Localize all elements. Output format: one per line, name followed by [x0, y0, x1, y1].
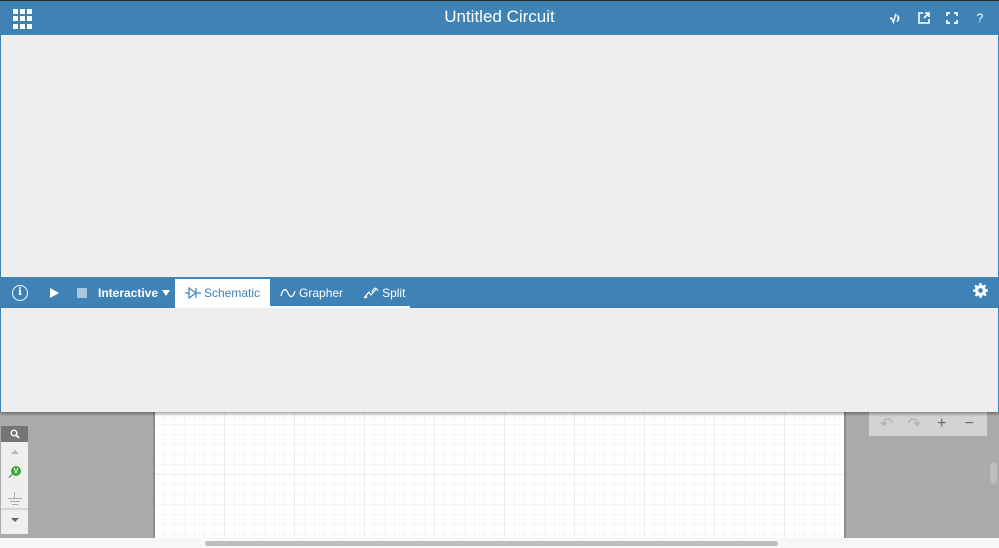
- horizontal-scrollbar[interactable]: [205, 541, 778, 546]
- sine-wave-icon: [280, 287, 296, 299]
- header-actions: ?: [889, 10, 987, 26]
- bottom-scroll-track: [0, 538, 999, 548]
- edit-toolbar: ↶ ↷ + −: [869, 412, 987, 436]
- export-icon[interactable]: [917, 10, 931, 26]
- caret-down-icon: [162, 289, 171, 296]
- sqrt-sound-icon[interactable]: [889, 10, 903, 26]
- ground-icon-line1: [7, 497, 22, 499]
- info-button[interactable]: i: [12, 277, 28, 308]
- tab-split[interactable]: Split: [353, 279, 415, 306]
- ground-part[interactable]: [1, 488, 28, 508]
- apps-grid-icon[interactable]: [13, 9, 33, 29]
- voltage-probe-part[interactable]: V: [1, 462, 28, 488]
- vertical-scrollbar[interactable]: [990, 462, 997, 484]
- play-icon: [50, 287, 59, 298]
- stop-icon: [77, 287, 87, 298]
- ground-icon-line3: [11, 503, 18, 505]
- properties-panel: [0, 308, 999, 412]
- play-button[interactable]: [50, 277, 59, 308]
- diode-icon: [185, 286, 201, 299]
- view-tabs: Schematic Grapher Split: [175, 279, 410, 308]
- schematic-canvas[interactable]: [153, 412, 846, 538]
- parts-scroll-down-button[interactable]: [1, 510, 28, 530]
- voltmeter-probe-icon: V: [11, 466, 21, 476]
- grapher-panel: [0, 35, 999, 277]
- chevron-up-icon: [10, 450, 19, 454]
- parts-scroll-up-button[interactable]: [1, 442, 28, 462]
- undo-button[interactable]: ↶: [876, 414, 898, 434]
- fullscreen-icon[interactable]: [945, 10, 959, 26]
- tab-grapher[interactable]: Grapher: [270, 279, 353, 306]
- mode-dropdown[interactable]: Interactive: [98, 277, 171, 308]
- zoom-out-button[interactable]: −: [958, 414, 980, 434]
- redo-button[interactable]: ↷: [903, 414, 925, 434]
- parts-toolbar: V: [1, 426, 28, 534]
- search-icon: [10, 429, 20, 439]
- tab-schematic[interactable]: Schematic: [175, 279, 271, 306]
- tab-grapher-label: Grapher: [299, 285, 344, 300]
- circuit-app: Untitled Circuit ? i Interactive Schemat…: [0, 0, 999, 548]
- stop-button[interactable]: [77, 277, 87, 308]
- settings-button[interactable]: [973, 277, 988, 308]
- info-icon: i: [12, 284, 28, 301]
- chevron-down-icon: [10, 518, 19, 522]
- sim-toolbar: i Interactive Schematic Grapher Split: [0, 277, 999, 308]
- mode-label: Interactive: [98, 285, 159, 300]
- gear-icon: [973, 282, 988, 303]
- zoom-in-button[interactable]: +: [931, 414, 953, 434]
- parts-search-button[interactable]: [1, 426, 28, 442]
- tab-split-label: Split: [382, 285, 406, 300]
- ground-icon-line2: [9, 500, 20, 502]
- top-header: Untitled Circuit ?: [0, 0, 999, 35]
- help-icon[interactable]: ?: [973, 10, 987, 26]
- circuit-title: Untitled Circuit: [444, 7, 555, 26]
- tab-schematic-label: Schematic: [204, 285, 261, 300]
- split-icon: [363, 287, 379, 299]
- workspace: V ↶ ↷ + −: [0, 412, 999, 538]
